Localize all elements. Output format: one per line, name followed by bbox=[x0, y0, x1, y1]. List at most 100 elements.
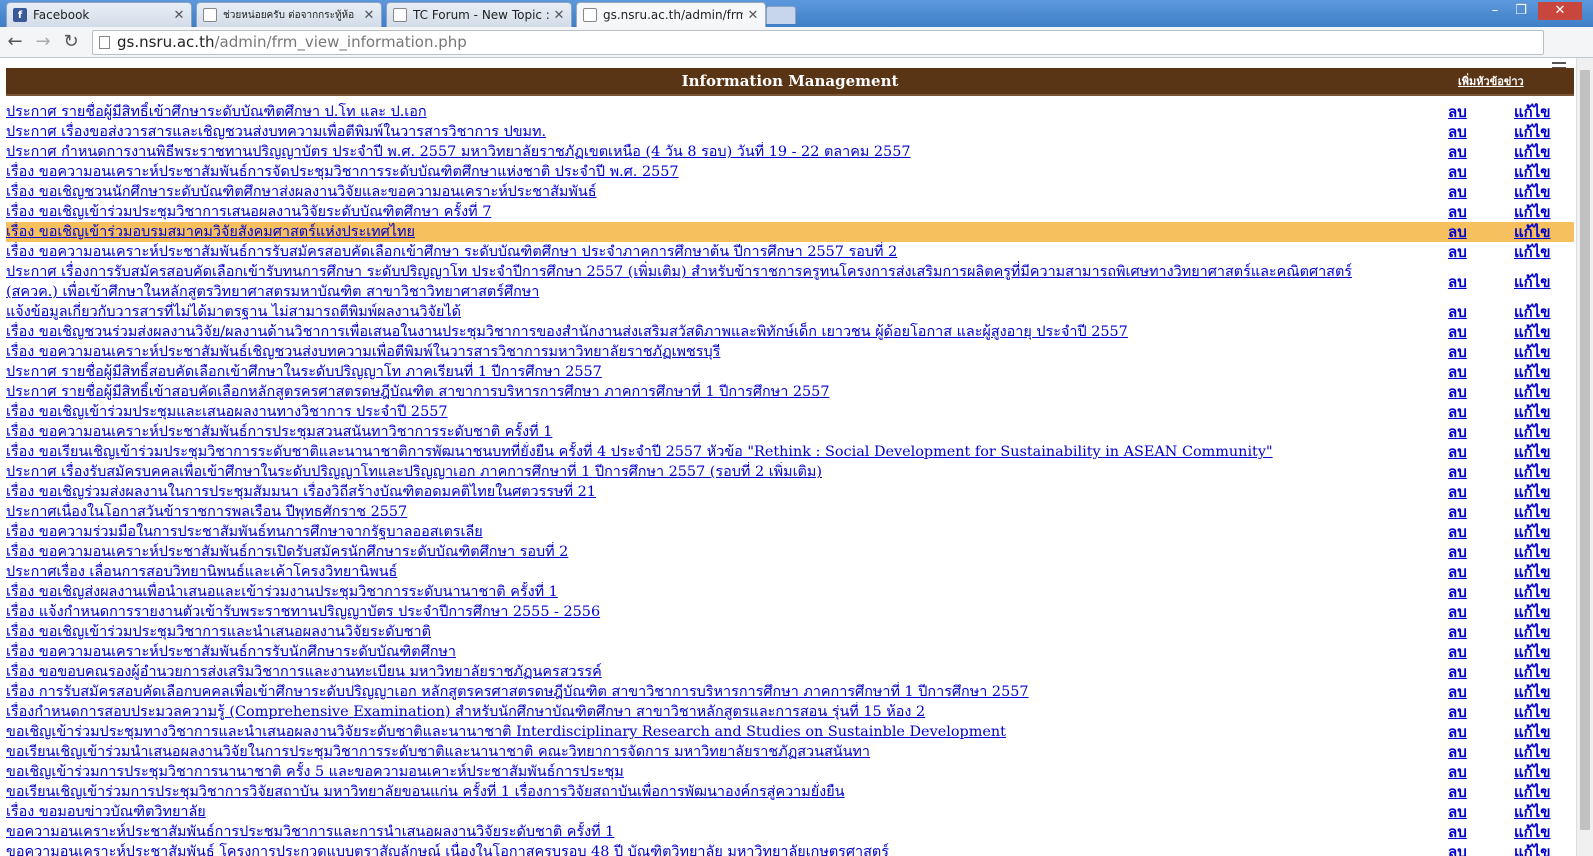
edit-link[interactable]: แก้ไข bbox=[1514, 462, 1551, 482]
news-title-link[interactable]: เรื่อง ขอเรียนเชิญเข้าร่วมประชุมวิชาการร… bbox=[6, 442, 1406, 462]
delete-link[interactable]: ลบ bbox=[1448, 542, 1467, 562]
edit-link[interactable]: แก้ไข bbox=[1514, 302, 1551, 322]
edit-link[interactable]: แก้ไข bbox=[1514, 442, 1551, 462]
delete-link[interactable]: ลบ bbox=[1448, 742, 1467, 762]
delete-link[interactable]: ลบ bbox=[1448, 782, 1467, 802]
delete-link[interactable]: ลบ bbox=[1448, 622, 1467, 642]
news-title-link[interactable]: เรื่อง ขอมอบข่าวบัณฑิตวิทยาลัย bbox=[6, 802, 1406, 822]
close-icon[interactable]: ✕ bbox=[363, 8, 375, 23]
scrollbar-thumb[interactable] bbox=[1580, 70, 1590, 830]
close-icon[interactable]: ✕ bbox=[747, 8, 759, 23]
edit-link[interactable]: แก้ไข bbox=[1514, 362, 1551, 382]
news-title-link[interactable]: เรื่อง ขอเชิญร่วมส่งผลงานในการประชุมสัมม… bbox=[6, 482, 1406, 502]
news-title-link[interactable]: ประกาศ เรื่องขอส่งวารสารและเชิญชวนส่งบทค… bbox=[6, 122, 1406, 142]
edit-link[interactable]: แก้ไข bbox=[1514, 242, 1551, 262]
news-title-link[interactable]: ประกาศ กำหนดการงานพิธีพระราชทานปริญญาบัต… bbox=[6, 142, 1406, 162]
edit-link[interactable]: แก้ไข bbox=[1514, 502, 1551, 522]
browser-tab-facebook[interactable]: f Facebook ✕ bbox=[6, 2, 192, 27]
news-title-link[interactable]: เรื่อง ขอเชิญเข้าร่วมอบรมสมาคมวิจัยสังคม… bbox=[6, 222, 1406, 242]
address-bar[interactable]: gs.nsru.ac.th/admin/frm_view_information… bbox=[92, 30, 1544, 55]
delete-link[interactable]: ลบ bbox=[1448, 382, 1467, 402]
maximize-icon[interactable]: ❐ bbox=[1508, 2, 1534, 20]
edit-link[interactable]: แก้ไข bbox=[1514, 482, 1551, 502]
edit-link[interactable]: แก้ไข bbox=[1514, 822, 1551, 842]
news-title-link[interactable]: เรื่อง ขอเชิญชวนนักศึกษาระดับบัณฑิตศึกษา… bbox=[6, 182, 1406, 202]
news-title-link[interactable]: เรื่อง การรับสมัครสอบคัดเลือกบคคลเพื่อเข… bbox=[6, 682, 1406, 702]
news-title-link[interactable]: ประกาศ เรื่องการรับสมัครสอบคัดเลือกเข้าร… bbox=[6, 262, 1406, 302]
news-title-link[interactable]: เรื่องกำหนดการสอบประมวลความรู้ (Comprehe… bbox=[6, 702, 1406, 722]
news-title-link[interactable]: แจ้งข้อมูลเกี่ยวกับวารสารที่ไม่ได้มาตรฐา… bbox=[6, 302, 1406, 322]
browser-tab-active[interactable]: gs.nsru.ac.th/admin/frm_ ✕ bbox=[576, 2, 766, 27]
edit-link[interactable]: แก้ไข bbox=[1514, 842, 1551, 856]
news-title-link[interactable]: เรื่อง ขอความอนเคราะห์ประชาสัมพันธ์การรั… bbox=[6, 642, 1406, 662]
delete-link[interactable]: ลบ bbox=[1448, 182, 1467, 202]
news-title-link[interactable]: เรื่อง ขอเชิญชวนร่วมส่งผลงานวิจัย/ผลงานด… bbox=[6, 322, 1406, 342]
forward-arrow-icon[interactable]: → bbox=[32, 30, 54, 54]
edit-link[interactable]: แก้ไข bbox=[1514, 742, 1551, 762]
news-title-link[interactable]: ขอเรียนเชิญเข้าร่วมการประชุมวิชาการวิจัย… bbox=[6, 782, 1406, 802]
delete-link[interactable]: ลบ bbox=[1448, 142, 1467, 162]
scrollbar[interactable] bbox=[1576, 58, 1593, 856]
edit-link[interactable]: แก้ไข bbox=[1514, 222, 1551, 242]
news-title-link[interactable]: เรื่อง ขอขอบคณรองผู้อำนวยการส่งเสริมวิชา… bbox=[6, 662, 1406, 682]
edit-link[interactable]: แก้ไข bbox=[1514, 142, 1551, 162]
edit-link[interactable]: แก้ไข bbox=[1514, 342, 1551, 362]
delete-link[interactable]: ลบ bbox=[1448, 362, 1467, 382]
delete-link[interactable]: ลบ bbox=[1448, 322, 1467, 342]
edit-link[interactable]: แก้ไข bbox=[1514, 382, 1551, 402]
edit-link[interactable]: แก้ไข bbox=[1514, 782, 1551, 802]
news-title-link[interactable]: ขอเชิญเข้าร่วมประชุมทางวิชาการและนำเสนอผ… bbox=[6, 722, 1406, 742]
delete-link[interactable]: ลบ bbox=[1448, 462, 1467, 482]
edit-link[interactable]: แก้ไข bbox=[1514, 272, 1551, 292]
edit-link[interactable]: แก้ไข bbox=[1514, 602, 1551, 622]
delete-link[interactable]: ลบ bbox=[1448, 802, 1467, 822]
news-title-link[interactable]: เรื่อง แจ้งกำหนดการรายงานตัวเข้ารับพระรา… bbox=[6, 602, 1406, 622]
delete-link[interactable]: ลบ bbox=[1448, 272, 1467, 292]
delete-link[interactable]: ลบ bbox=[1448, 502, 1467, 522]
news-title-link[interactable]: ประกาศ เรื่องรับสมัครบคคลเพื่อเข้าศึกษาใ… bbox=[6, 462, 1406, 482]
edit-link[interactable]: แก้ไข bbox=[1514, 202, 1551, 222]
delete-link[interactable]: ลบ bbox=[1448, 522, 1467, 542]
edit-link[interactable]: แก้ไข bbox=[1514, 562, 1551, 582]
news-title-link[interactable]: ประกาศ รายชื่อผู้มีสิทธิ์เข้าสอบคัดเลือก… bbox=[6, 382, 1406, 402]
edit-link[interactable]: แก้ไข bbox=[1514, 322, 1551, 342]
delete-link[interactable]: ลบ bbox=[1448, 762, 1467, 782]
delete-link[interactable]: ลบ bbox=[1448, 482, 1467, 502]
edit-link[interactable]: แก้ไข bbox=[1514, 402, 1551, 422]
delete-link[interactable]: ลบ bbox=[1448, 602, 1467, 622]
delete-link[interactable]: ลบ bbox=[1448, 682, 1467, 702]
delete-link[interactable]: ลบ bbox=[1448, 582, 1467, 602]
news-title-link[interactable]: ประกาศ รายชื่อผู้มีสิทธิ์เข้าศึกษาระดับบ… bbox=[6, 102, 1406, 122]
delete-link[interactable]: ลบ bbox=[1448, 842, 1467, 856]
reload-icon[interactable]: ↻ bbox=[60, 30, 82, 54]
edit-link[interactable]: แก้ไข bbox=[1514, 682, 1551, 702]
news-title-link[interactable]: ประกาศเรื่อง เลื่อนการสอบวิทยานิพนธ์และเ… bbox=[6, 562, 1406, 582]
edit-link[interactable]: แก้ไข bbox=[1514, 542, 1551, 562]
news-title-link[interactable]: เรื่อง ขอเชิญส่งผลงานเพื่อนำเสนอและเข้าร… bbox=[6, 582, 1406, 602]
edit-link[interactable]: แก้ไข bbox=[1514, 802, 1551, 822]
delete-link[interactable]: ลบ bbox=[1448, 302, 1467, 322]
edit-link[interactable]: แก้ไข bbox=[1514, 182, 1551, 202]
delete-link[interactable]: ลบ bbox=[1448, 822, 1467, 842]
news-title-link[interactable]: ขอความอนเคราะห์ประชาสัมพันธ์ โครงการประก… bbox=[6, 842, 1406, 856]
delete-link[interactable]: ลบ bbox=[1448, 702, 1467, 722]
news-title-link[interactable]: ขอเรียนเชิญเข้าร่วมนำเสนอผลงานวิจัยในการ… bbox=[6, 742, 1406, 762]
delete-link[interactable]: ลบ bbox=[1448, 122, 1467, 142]
delete-link[interactable]: ลบ bbox=[1448, 662, 1467, 682]
close-icon[interactable]: ✕ bbox=[553, 8, 565, 23]
news-title-link[interactable]: ขอเชิญเข้าร่วมการประชุมวิชาการนานาชาติ ค… bbox=[6, 762, 1406, 782]
delete-link[interactable]: ลบ bbox=[1448, 102, 1467, 122]
news-title-link[interactable]: เรื่อง ขอความอนเคราะห์ประชาสัมพันธ์การเป… bbox=[6, 542, 1406, 562]
news-title-link[interactable]: เรื่อง ขอความอนเคราะห์ประชาสัมพันธ์การจั… bbox=[6, 162, 1406, 182]
edit-link[interactable]: แก้ไข bbox=[1514, 582, 1551, 602]
delete-link[interactable]: ลบ bbox=[1448, 442, 1467, 462]
browser-tab-2[interactable]: ช่วยหน่อยครับ ต่อจากกระทู้ห้อ ✕ bbox=[196, 2, 382, 27]
delete-link[interactable]: ลบ bbox=[1448, 562, 1467, 582]
back-arrow-icon[interactable]: ← bbox=[4, 30, 26, 54]
news-title-link[interactable]: เรื่อง ขอเชิญเข้าร่วมประชุมและเสนอผลงานท… bbox=[6, 402, 1406, 422]
delete-link[interactable]: ลบ bbox=[1448, 402, 1467, 422]
browser-tab-3[interactable]: TC Forum - New Topic :: : ✕ bbox=[386, 2, 572, 27]
add-news-link[interactable]: เพิ่มหัวข้อข่าว bbox=[1458, 68, 1524, 96]
edit-link[interactable]: แก้ไข bbox=[1514, 762, 1551, 782]
new-tab-button[interactable] bbox=[766, 6, 796, 24]
